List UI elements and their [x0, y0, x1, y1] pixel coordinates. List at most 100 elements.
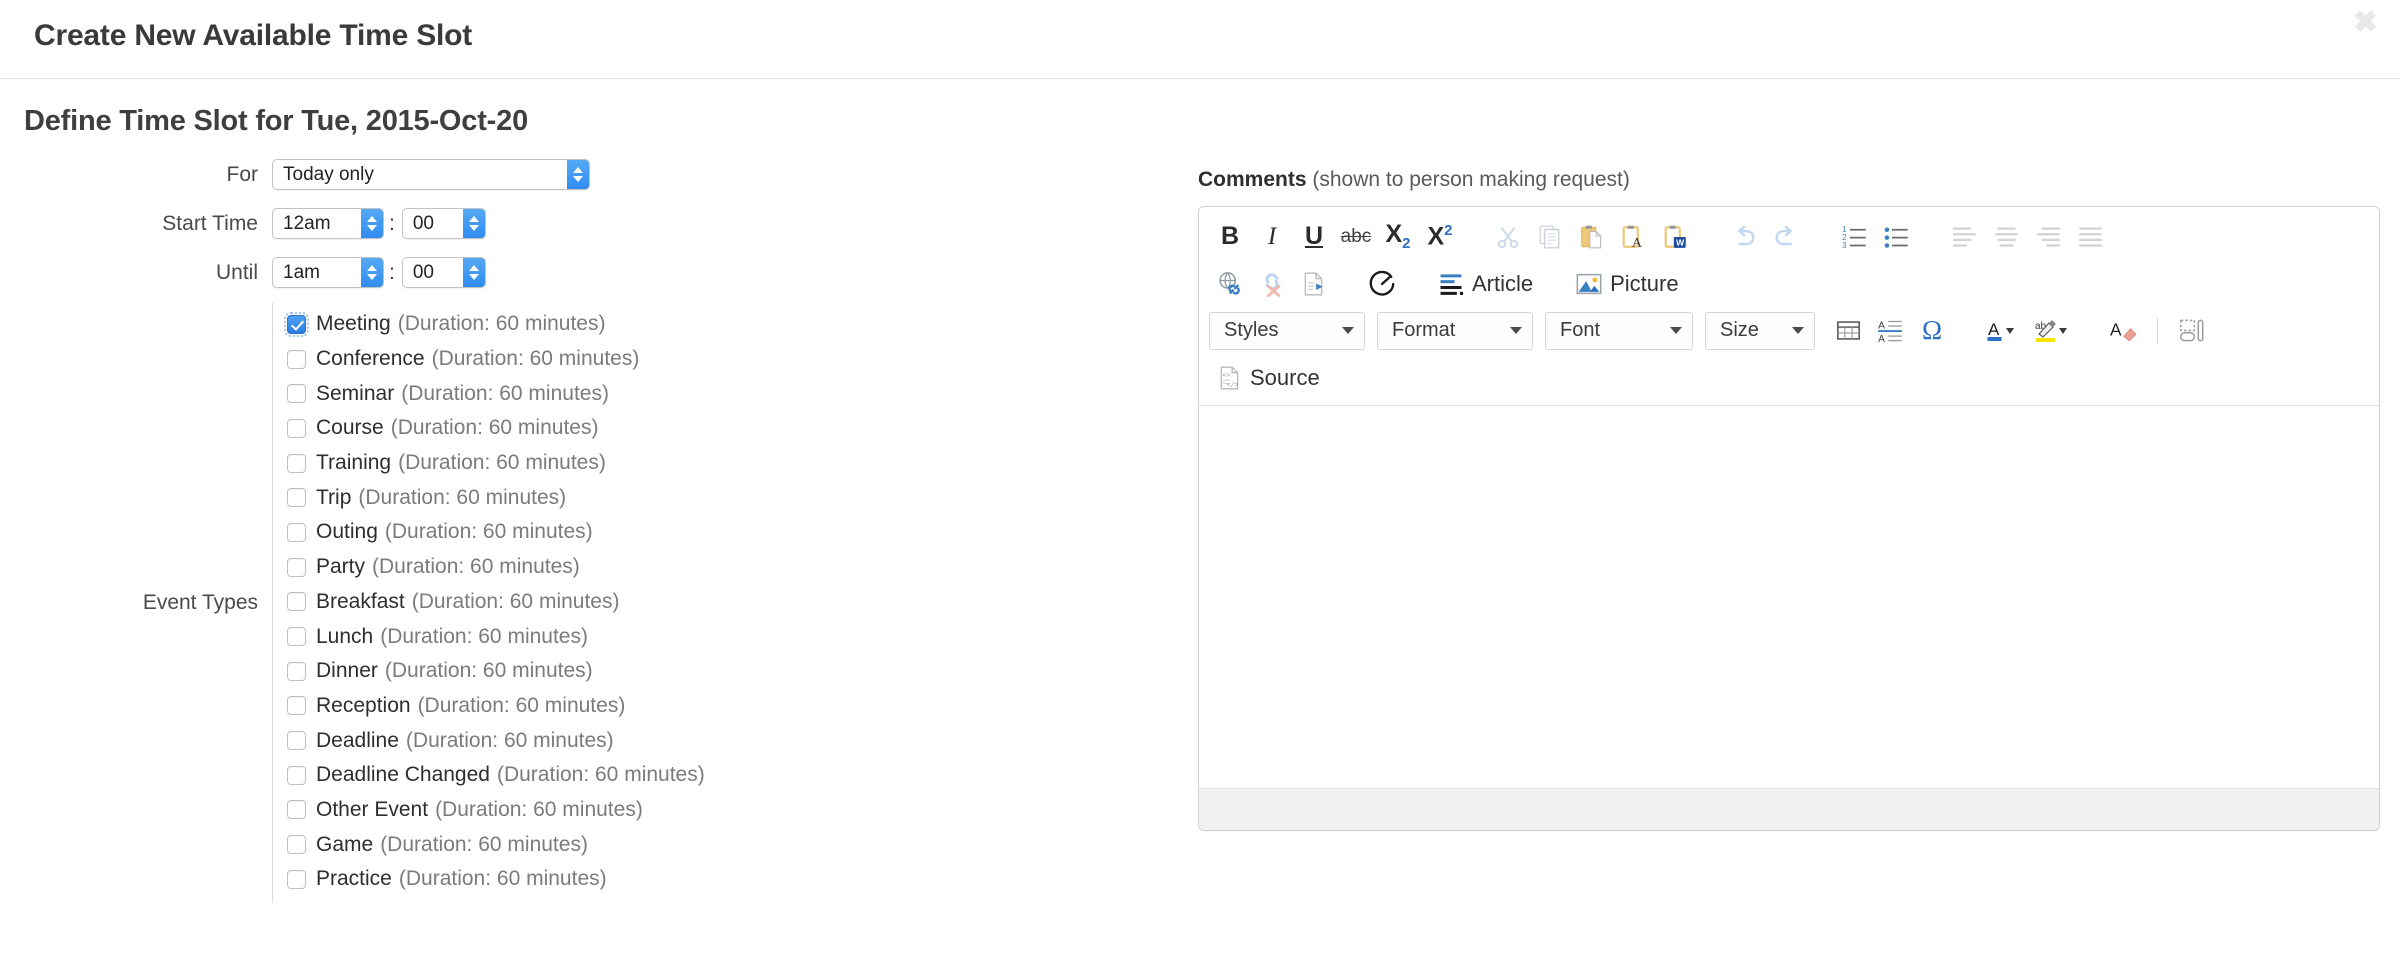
- event-type-checkbox[interactable]: [287, 557, 306, 577]
- line-height-icon[interactable]: A A: [1869, 310, 1911, 352]
- page-title: Define Time Slot for Tue, 2015-Oct-20: [24, 105, 528, 137]
- event-type-name: Conference: [316, 347, 425, 371]
- align-left-icon[interactable]: [1943, 216, 1985, 258]
- paste-icon[interactable]: [1571, 216, 1613, 258]
- styles-combo[interactable]: Styles: [1209, 311, 1365, 350]
- event-type-item[interactable]: Lunch (Duration: 60 minutes): [287, 619, 705, 654]
- event-type-checkbox[interactable]: [287, 627, 306, 647]
- underline-icon[interactable]: U: [1293, 216, 1335, 258]
- format-combo[interactable]: Format: [1377, 311, 1533, 350]
- redo-icon[interactable]: [1765, 216, 1807, 258]
- event-type-checkbox[interactable]: [284, 311, 309, 337]
- for-select[interactable]: Today only: [272, 159, 590, 190]
- cut-icon[interactable]: [1487, 216, 1529, 258]
- event-type-item[interactable]: Game (Duration: 60 minutes): [287, 827, 705, 862]
- event-type-item[interactable]: Outing (Duration: 60 minutes): [287, 515, 705, 550]
- event-type-item[interactable]: Practice (Duration: 60 minutes): [287, 862, 705, 897]
- row-for: For Today only: [0, 150, 1160, 199]
- anchor-icon[interactable]: [1293, 263, 1335, 305]
- event-type-checkbox[interactable]: [287, 453, 306, 473]
- event-type-checkbox[interactable]: [287, 731, 306, 751]
- event-types-row: Event Types Meeting (Duration: 60 minutes…: [0, 303, 1160, 903]
- comments-panel: Comments (shown to person making request…: [1198, 168, 2380, 831]
- event-type-duration: (Duration: 60 minutes): [380, 624, 588, 648]
- until-minute-select[interactable]: 00: [401, 257, 486, 288]
- start-time-hour-stepper-icon[interactable]: [361, 209, 383, 238]
- event-type-item[interactable]: Dinner (Duration: 60 minutes): [287, 654, 705, 689]
- event-type-item[interactable]: Seminar (Duration: 60 minutes): [287, 376, 705, 411]
- undo-icon[interactable]: [1723, 216, 1765, 258]
- event-type-checkbox[interactable]: [287, 765, 306, 785]
- start-time-minute-select[interactable]: 00: [401, 208, 486, 239]
- event-type-item[interactable]: Breakfast (Duration: 60 minutes): [287, 585, 705, 620]
- event-type-item[interactable]: Trip (Duration: 60 minutes): [287, 480, 705, 515]
- source-button[interactable]: <> </> Source: [1209, 357, 1328, 399]
- for-select-stepper-icon[interactable]: [567, 160, 589, 189]
- link-icon[interactable]: [1209, 263, 1251, 305]
- event-type-checkbox[interactable]: [287, 592, 306, 612]
- paste-word-icon[interactable]: W: [1655, 216, 1697, 258]
- close-icon[interactable]: ✖: [2353, 8, 2378, 38]
- event-type-item[interactable]: Conference (Duration: 60 minutes): [287, 342, 705, 377]
- editor-content-area[interactable]: [1199, 406, 2379, 788]
- picture-label: Picture: [1610, 270, 1679, 296]
- event-type-name: Party: [316, 555, 366, 579]
- event-type-checkbox[interactable]: [287, 869, 306, 889]
- event-type-checkbox[interactable]: [287, 522, 306, 542]
- event-type-item[interactable]: Deadline Changed (Duration: 60 minutes): [287, 758, 705, 793]
- article-button[interactable]: Article: [1429, 263, 1541, 305]
- bulleted-list-icon[interactable]: [1875, 216, 1917, 258]
- event-type-item[interactable]: Party (Duration: 60 minutes): [287, 550, 705, 585]
- event-type-checkbox[interactable]: [287, 800, 306, 820]
- until-minute-stepper-icon[interactable]: [462, 258, 485, 287]
- event-type-duration: (Duration: 60 minutes): [496, 763, 705, 787]
- highlight-color-icon[interactable]: ab: [2027, 310, 2077, 352]
- event-type-item[interactable]: Deadline (Duration: 60 minutes): [287, 723, 705, 758]
- special-char-icon[interactable]: Ω: [1911, 310, 1953, 352]
- remove-format-icon[interactable]: A: [2103, 310, 2145, 352]
- font-combo[interactable]: Font: [1545, 311, 1693, 350]
- time-slot-form: For Today only Start Time 12am : 00 Unti…: [0, 150, 1160, 903]
- strikethrough-icon[interactable]: abc: [1335, 216, 1377, 258]
- chevron-down-icon: [1342, 327, 1354, 334]
- text-color-icon[interactable]: A: [1979, 310, 2027, 352]
- event-type-checkbox[interactable]: [287, 488, 306, 508]
- show-blocks-icon[interactable]: [2170, 310, 2212, 352]
- event-type-duration: (Duration: 60 minutes): [405, 728, 614, 752]
- event-type-duration: (Duration: 60 minutes): [384, 659, 593, 683]
- event-type-checkbox[interactable]: [287, 661, 306, 681]
- size-combo[interactable]: Size: [1705, 311, 1815, 350]
- picture-button[interactable]: Picture: [1567, 263, 1686, 305]
- event-type-checkbox[interactable]: [287, 349, 306, 369]
- event-type-item[interactable]: Training (Duration: 60 minutes): [287, 446, 705, 481]
- event-type-checkbox[interactable]: [287, 418, 306, 438]
- paste-text-icon[interactable]: A: [1613, 216, 1655, 258]
- event-types-list: Meeting (Duration: 60 minutes) Conference(…: [272, 303, 705, 903]
- subscript-icon[interactable]: X2: [1377, 216, 1419, 258]
- event-type-item[interactable]: Other Event (Duration: 60 minutes): [287, 793, 705, 828]
- superscript-icon[interactable]: X2: [1419, 216, 1461, 258]
- unlink-icon[interactable]: [1251, 263, 1293, 305]
- until-hour-select[interactable]: 1am: [272, 257, 384, 288]
- clock-icon[interactable]: [1361, 263, 1403, 305]
- event-type-item[interactable]: Meeting (Duration: 60 minutes): [284, 307, 705, 342]
- numbered-list-icon[interactable]: 123: [1833, 216, 1875, 258]
- event-type-item[interactable]: Reception (Duration: 60 minutes): [287, 689, 705, 724]
- svg-text:<>: <>: [1222, 371, 1230, 378]
- event-type-checkbox[interactable]: [287, 384, 306, 404]
- start-time-minute-stepper-icon[interactable]: [462, 209, 485, 238]
- align-center-icon[interactable]: [1985, 216, 2027, 258]
- start-time-hour-select[interactable]: 12am: [272, 208, 384, 239]
- event-type-checkbox[interactable]: [287, 835, 306, 855]
- event-type-item[interactable]: Course (Duration: 60 minutes): [287, 411, 705, 446]
- align-right-icon[interactable]: [2027, 216, 2069, 258]
- bold-icon[interactable]: B: [1209, 216, 1251, 258]
- svg-text:A: A: [1988, 320, 2000, 339]
- justify-icon[interactable]: [2069, 216, 2111, 258]
- table-icon[interactable]: [1827, 310, 1869, 352]
- size-combo-label: Size: [1720, 319, 1759, 341]
- until-hour-stepper-icon[interactable]: [361, 258, 383, 287]
- copy-icon[interactable]: [1529, 216, 1571, 258]
- event-type-checkbox[interactable]: [287, 696, 306, 716]
- italic-icon[interactable]: I: [1251, 216, 1293, 258]
